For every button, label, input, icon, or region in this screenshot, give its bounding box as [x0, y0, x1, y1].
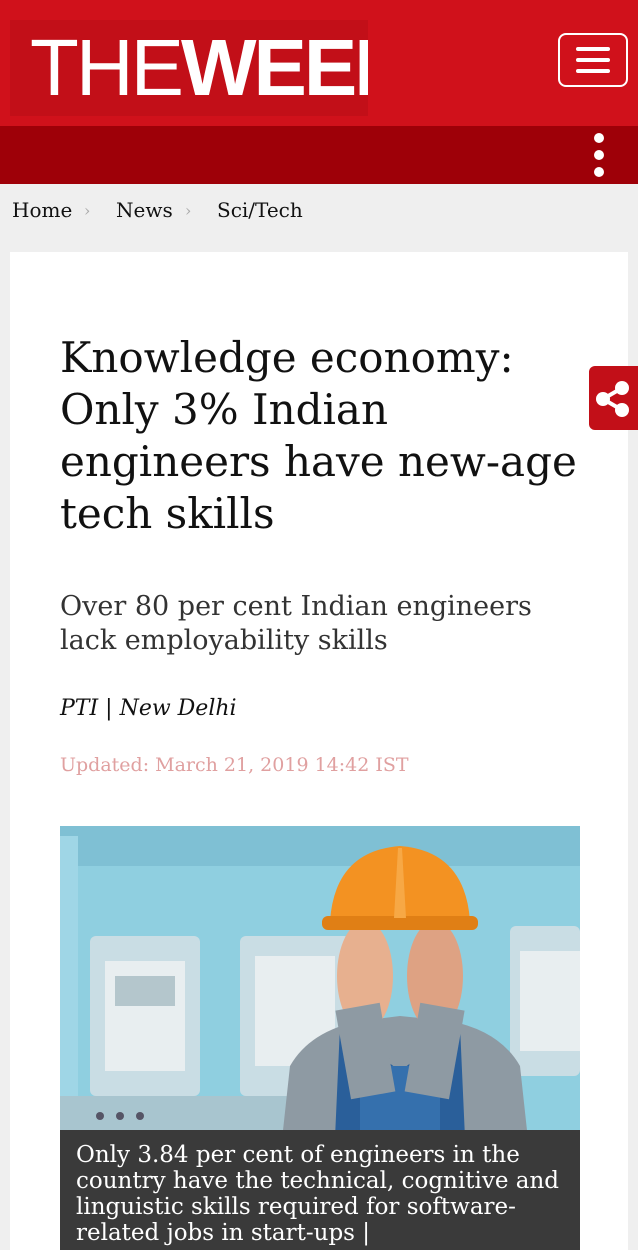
breadcrumb-scitech[interactable]: Sci/Tech	[217, 198, 303, 222]
breadcrumb-news[interactable]: News	[116, 198, 173, 222]
logo-the: THE	[30, 23, 184, 112]
chevron-right-icon: ›	[185, 201, 192, 220]
logo-wordmark: THEWEEK	[30, 24, 368, 112]
article-image[interactable]: Only 3.84 per cent of engineers in the c…	[60, 826, 580, 1250]
article-card: Knowledge economy: Only 3% Indian engine…	[10, 252, 628, 1250]
share-icon	[596, 381, 629, 417]
breadcrumb: Home › News › Sci/Tech	[0, 186, 638, 236]
hamburger-menu-button[interactable]	[558, 33, 628, 87]
share-button[interactable]	[589, 366, 638, 430]
hamburger-menu-icon	[576, 47, 610, 51]
article-subhead: Over 80 per cent Indian engineers lack e…	[60, 591, 532, 656]
image-caption: Only 3.84 per cent of engineers in the c…	[60, 1130, 580, 1250]
logo-week: WEEK	[181, 23, 368, 112]
breadcrumb-home[interactable]: Home	[12, 198, 72, 222]
secondary-nav-bar	[0, 126, 638, 184]
article-headline: Knowledge economy: Only 3% Indian engine…	[60, 333, 577, 538]
article-byline: PTI | New Delhi	[60, 696, 237, 721]
article-updated-time: Updated: March 21, 2019 14:42 IST	[60, 754, 409, 776]
site-logo[interactable]: THEWEEK	[10, 20, 368, 116]
more-options-button[interactable]	[586, 130, 612, 180]
top-header: THEWEEK	[0, 0, 638, 126]
more-vertical-icon	[594, 133, 604, 143]
chevron-right-icon: ›	[84, 201, 91, 220]
